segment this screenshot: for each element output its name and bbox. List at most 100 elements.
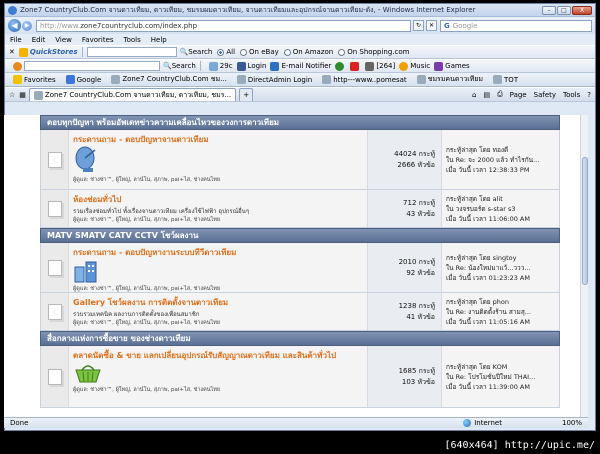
safety-menu[interactable]: Safety — [534, 91, 556, 99]
music-icon — [399, 61, 409, 71]
menu-help[interactable]: Help — [151, 36, 167, 44]
refresh-icon[interactable]: ↻ — [413, 20, 424, 31]
login-button[interactable]: Login — [248, 62, 267, 70]
last-post-author[interactable]: กระทู้ล่าสุด โดย KOM — [446, 362, 555, 372]
last-post: กระทู้ล่าสุด โดย ทองดี ใน Re: จะ 2000 แล… — [441, 130, 559, 189]
forum-title-link[interactable]: Gallery โชว์ผลงาน การติดตั้งจานดาวเทียม — [73, 296, 363, 309]
forum-info: ตลาดนัดซื้อ & ขาย แลกเปลี่ยนอุปกรณ์รับสั… — [69, 346, 367, 407]
last-post-author[interactable]: กระทู้ล่าสุด โดย ทองดี — [446, 145, 555, 155]
home-icon[interactable]: ⌂ — [472, 91, 476, 99]
tab-list-icon[interactable]: ▦ — [19, 91, 26, 99]
menu-favorites[interactable]: Favorites — [82, 36, 114, 44]
page-icon — [33, 90, 43, 100]
feeds-icon[interactable]: ▤ — [483, 91, 490, 99]
addon-toolbar: 🔍 Search 29c Login E-mail Notifier [264]… — [5, 59, 595, 73]
fav-item-zone7[interactable]: Zone7 CountryClub.Com ชม... — [107, 74, 227, 85]
close-toolbar-icon[interactable]: ✕ — [9, 48, 15, 56]
counter-text[interactable]: [264] — [376, 62, 395, 70]
forum-stats: 1238 กระทู้ 41 หัวข้อ — [367, 293, 441, 330]
last-post-topic[interactable]: ใน Re: น้องใหม่มาแว้...ววว... — [446, 263, 555, 273]
radio-shopping[interactable] — [338, 48, 346, 56]
category-header[interactable]: ตอบทุกปัญหา พร้อมอัพเดทข่าวความเคลื่อนไห… — [40, 115, 560, 130]
fav-item-tot[interactable]: TOT — [489, 75, 518, 84]
fav-label: ชมรมคนดาวเทียม — [427, 75, 484, 83]
fav-item-pomesat[interactable]: http---www..pomesat — [318, 75, 407, 84]
search-input[interactable]: G Google — [440, 19, 592, 32]
radio-amazon[interactable] — [283, 48, 291, 56]
separator — [199, 61, 201, 71]
fav-item-google[interactable]: Google — [62, 75, 102, 84]
help-icon[interactable]: ? — [587, 91, 591, 99]
topic-count: 92 หัวข้อ — [406, 268, 435, 277]
email-icon — [270, 61, 280, 71]
weather-text[interactable]: 29c — [220, 62, 233, 70]
google-icon — [65, 75, 75, 84]
last-post-topic[interactable]: ใน Re: จะ 2000 แล้ว ทำไรกัน... — [446, 155, 555, 165]
last-post-author[interactable]: กระทู้ล่าสุด โดย singtoy — [446, 253, 555, 263]
post-count: 712 กระทู้ — [403, 198, 435, 207]
shopping-basket-icon — [75, 365, 101, 383]
forum-description: รวมเรื่องซ่อมทั่วไป ทั้งเรื่องจานดาวเทีย… — [73, 208, 250, 215]
buildings-icon — [74, 261, 97, 283]
magnifier-icon: 🔍 — [179, 48, 189, 56]
search-logo-icon — [13, 61, 22, 71]
category-header[interactable]: สื่อกลางแห่งการซื้อขาย ของช่างดาวเทียม — [40, 331, 560, 346]
page-icon — [111, 75, 121, 84]
addon-search-button[interactable]: Search — [172, 62, 196, 70]
new-tab-button[interactable]: + — [239, 88, 254, 101]
search-placeholder: Google — [452, 21, 478, 30]
addon-search-input[interactable] — [24, 61, 160, 71]
menu-edit[interactable]: Edit — [32, 36, 46, 44]
last-post-author[interactable]: กระทู้ล่าสุด โดย phon — [446, 297, 555, 307]
back-button[interactable]: ◀ — [8, 19, 21, 32]
menu-view[interactable]: View — [55, 36, 72, 44]
forum-row: กระดานถาม - ตอบปัญหาจานดาวเทียม ผู้ดูแล:… — [40, 130, 560, 190]
fav-item-directadmin[interactable]: DirectAdmin Login — [233, 75, 312, 84]
magnifier-icon: 🔍 — [163, 62, 172, 70]
forward-button[interactable]: ▶ — [22, 20, 32, 31]
maximize-button[interactable]: □ — [557, 5, 571, 15]
zoom-level[interactable]: 100% — [562, 419, 582, 427]
scrollbar-thumb[interactable] — [582, 157, 588, 285]
minimize-button[interactable]: – — [542, 5, 556, 15]
last-post-topic[interactable]: ใน Re: งานติดตั้งร้าน สามสุ... — [446, 307, 555, 317]
last-post-author[interactable]: กระทู้ล่าสุด โดย alit — [446, 194, 555, 204]
forum-title-link[interactable]: ตลาดนัดซื้อ & ขาย แลกเปลี่ยนอุปกรณ์รับสั… — [73, 349, 363, 362]
tab-active[interactable]: Zone7 CountryClub.Com จานดาวเทียม, ดาวเท… — [28, 88, 237, 101]
last-post-time: เมื่อ วันนี้ เวลา 11:39:00 AM — [446, 382, 530, 391]
tools-menu[interactable]: Tools — [563, 91, 580, 99]
print-icon[interactable]: ⎙ — [497, 90, 503, 99]
email-notifier-button[interactable]: E-mail Notifier — [281, 62, 331, 70]
utorrent-icon[interactable] — [335, 61, 345, 71]
forum-title-link[interactable]: ห้องช่อมทั่วไป — [73, 193, 363, 206]
close-button[interactable]: X — [572, 5, 592, 15]
forum-row: ตลาดนัดซื้อ & ขาย แลกเปลี่ยนอุปกรณ์รับสั… — [40, 346, 560, 408]
favorites-center-icon[interactable]: ☆ — [9, 91, 15, 99]
radio-ebay[interactable] — [240, 48, 248, 56]
quickstores-input[interactable] — [86, 47, 177, 57]
music-button[interactable]: Music — [410, 62, 430, 70]
forum-stats: 712 กระทู้ 43 หัวข้อ — [367, 190, 441, 227]
menu-file[interactable]: File — [10, 36, 22, 44]
youtube-icon[interactable] — [350, 61, 360, 71]
weather-icon — [208, 61, 218, 71]
category-header[interactable]: MATV SMATV CATV CCTV โชว์ผลงาน — [40, 228, 560, 243]
menu-bar: File Edit View Favorites Tools Help — [5, 34, 595, 45]
last-post-topic[interactable]: ใน Re: โปรโมชั่นปีใหม่ THAI... — [446, 372, 555, 382]
games-button[interactable]: Games — [445, 62, 470, 70]
last-post-topic[interactable]: ใน วงจรบอร์ด s-star s3 — [446, 204, 555, 214]
stop-icon[interactable]: ✕ — [426, 20, 437, 31]
fav-label: Google — [76, 75, 102, 84]
favorites-button[interactable]: Favorites — [24, 76, 56, 84]
fav-item-satellite-club[interactable]: ชมรมคนดาวเทียม — [413, 74, 483, 85]
forum-title-link[interactable]: กระดานถาม - ตอบปัญหาจานดาวเทียม — [73, 133, 363, 146]
address-input[interactable]: http://www. zone7countryclub.com/index.ph… — [36, 19, 411, 32]
last-post-time: เมื่อ วันนี้ เวลา 11:05:16 AM — [446, 317, 530, 326]
menu-tools[interactable]: Tools — [124, 36, 141, 44]
page-icon — [416, 75, 426, 84]
quickstores-search-button[interactable]: Search — [188, 48, 212, 56]
radio-all[interactable] — [217, 48, 225, 56]
vertical-scrollbar[interactable] — [580, 115, 588, 417]
page-menu[interactable]: Page — [510, 91, 527, 99]
forum-title-link[interactable]: กระดานถาม - ตอบปัญหางานระบบทีวีดาวเทียม — [73, 246, 363, 259]
